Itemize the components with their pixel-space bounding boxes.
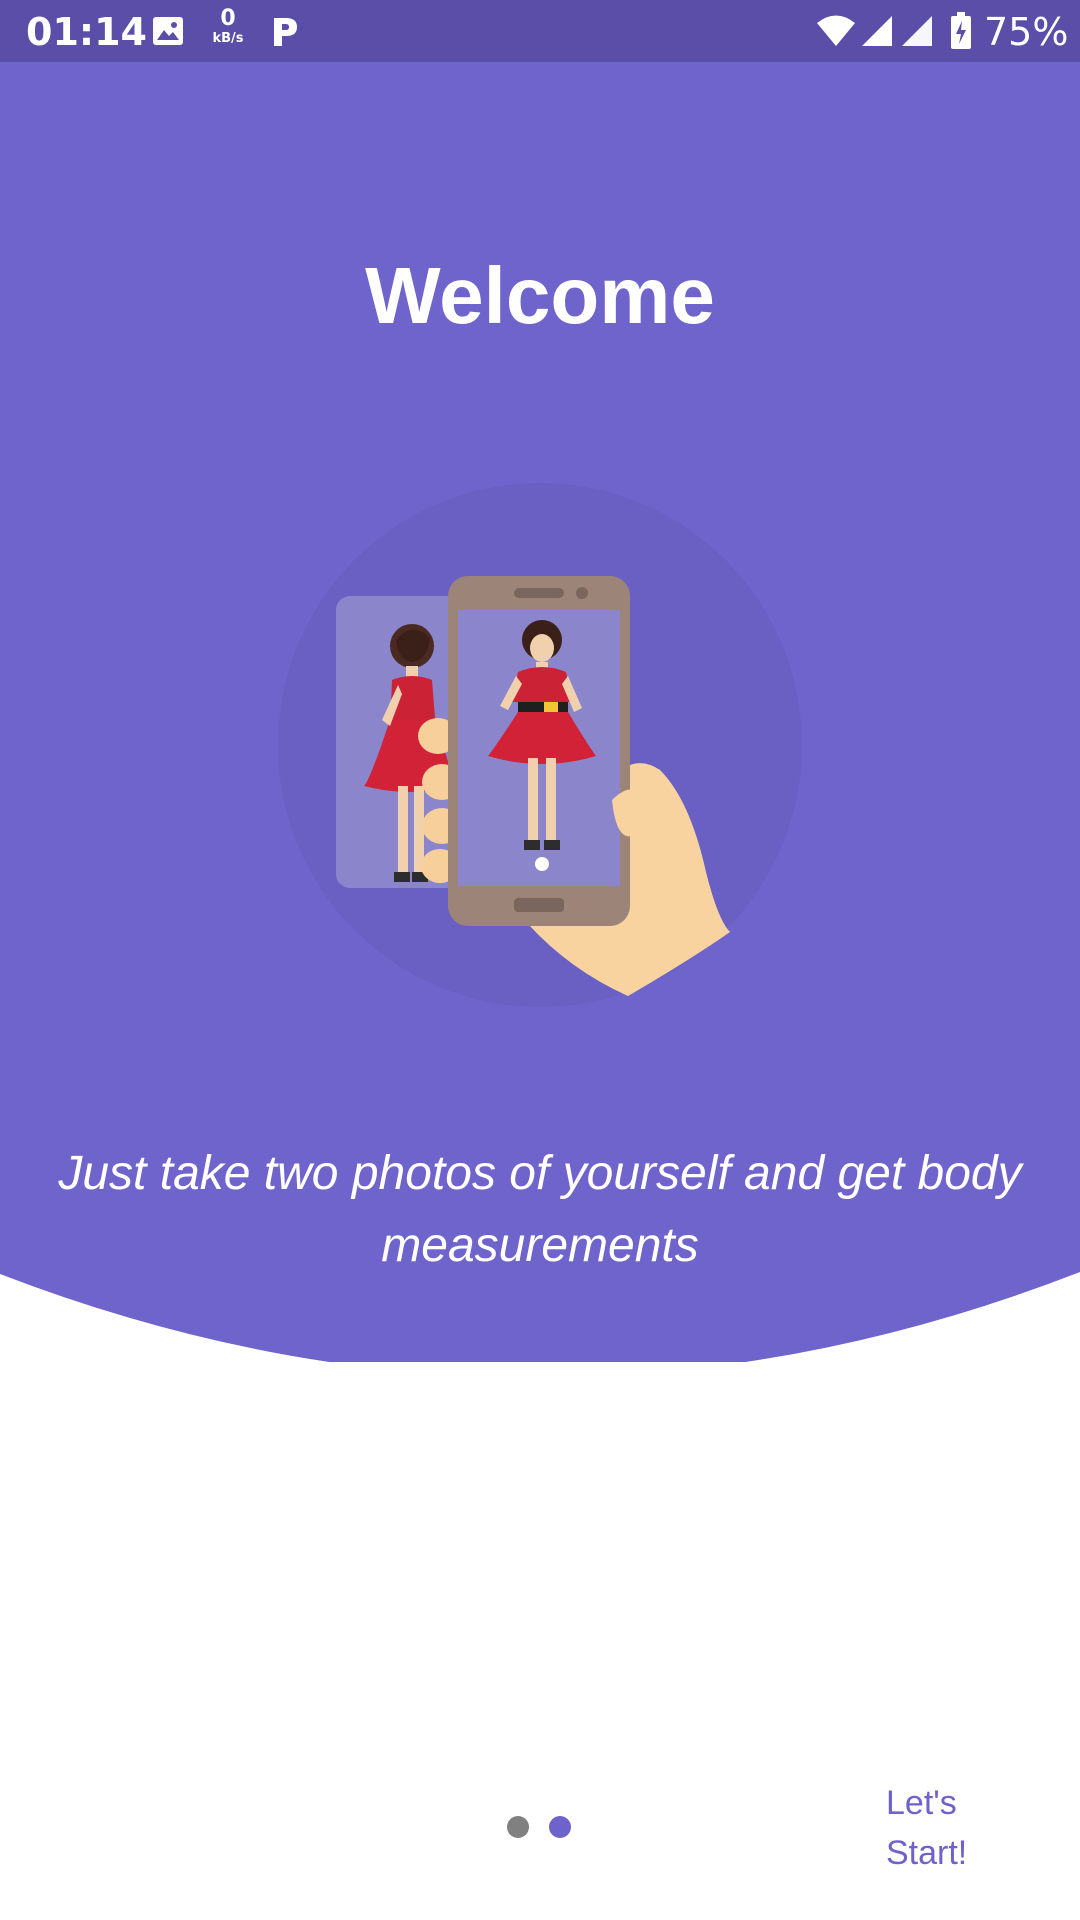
p-app-icon <box>270 14 300 53</box>
page-dot-inactive[interactable] <box>507 1816 529 1838</box>
speed-value: 0 <box>220 6 236 31</box>
lets-start-button[interactable]: Let's Start! <box>886 1778 1006 1878</box>
signal-icon <box>900 14 934 53</box>
phone-photo-illustration <box>278 483 802 1007</box>
image-icon <box>152 16 184 51</box>
data-speed-icon: 0 kB/s <box>208 6 248 46</box>
status-bar: 01:14 0 kB/s 75% <box>0 0 1080 62</box>
battery-percent: 75% <box>984 10 1069 54</box>
page-title: Welcome <box>365 251 715 340</box>
wifi-icon <box>816 14 856 53</box>
page-dot-active[interactable] <box>549 1816 571 1838</box>
status-time: 01:14 <box>26 10 147 54</box>
speed-unit: kB/s <box>212 31 244 46</box>
battery-charging-icon <box>950 12 972 55</box>
welcome-subtitle: Just take two photos of yourself and get… <box>58 1147 1022 1272</box>
signal-icon <box>860 14 894 53</box>
